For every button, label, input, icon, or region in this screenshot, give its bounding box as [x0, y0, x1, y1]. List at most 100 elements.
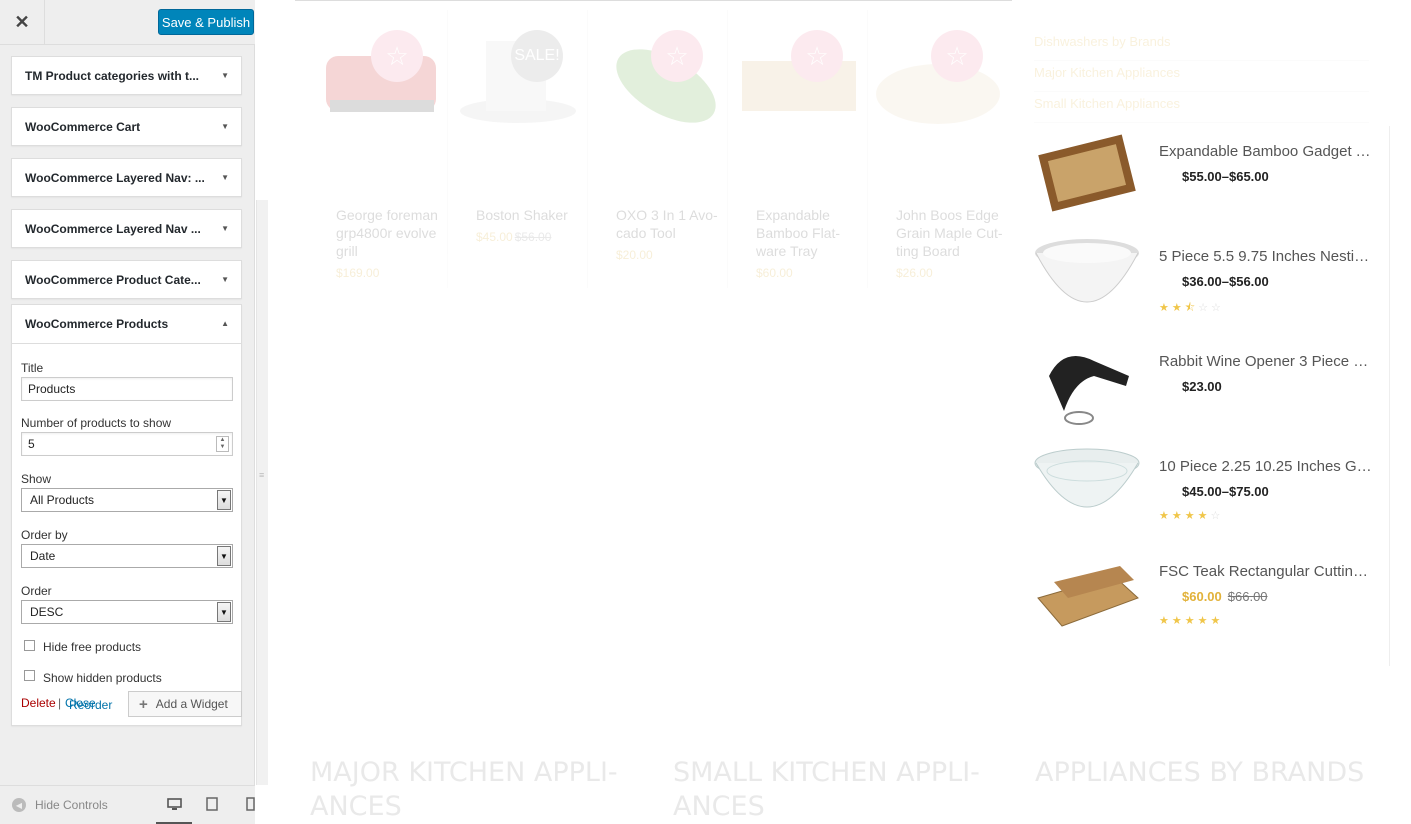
- category-heading[interactable]: SMALL KITCHEN APPLI-ANCES: [673, 756, 993, 824]
- product-image-teak-board: [1034, 546, 1140, 638]
- product-price: $55.00–$65.00: [1182, 169, 1269, 184]
- widget-title[interactable]: WooCommerce Products: [12, 305, 241, 344]
- hide-free-checkbox[interactable]: [24, 640, 35, 651]
- plus-icon: +: [139, 695, 148, 713]
- carousel-product[interactable]: ☆ John Boos Edge Grain Maple Cut-ting Bo…: [868, 10, 1008, 288]
- chevron-down-icon[interactable]: ▼: [221, 173, 229, 182]
- product-price: $169.00: [336, 266, 380, 280]
- widget-title: WooCommerce Layered Nav: ...: [25, 170, 205, 185]
- reorder-link[interactable]: Reorder: [69, 698, 112, 712]
- rating-stars: ★★★★☆: [1159, 510, 1224, 522]
- product-price: $60.00 $66.00: [1182, 589, 1268, 604]
- orderby-select[interactable]: Date ▼: [21, 544, 233, 568]
- product-name[interactable]: Rabbit Wine Opener 3 Piece Set: [1159, 353, 1374, 370]
- number-value: 5: [28, 437, 35, 451]
- side-category-item[interactable]: Dishwashers by Brands: [1034, 30, 1369, 61]
- add-widget-label: Add a Widget: [155, 697, 228, 711]
- product-name[interactable]: John Boos Edge Grain Maple Cut-ting Boar…: [896, 206, 1006, 260]
- divider: [295, 0, 1012, 1]
- orderby-label: Order by: [21, 528, 68, 542]
- product-name[interactable]: George foreman grp4800r evolve grill: [336, 206, 446, 260]
- close-icon: ✕: [14, 12, 30, 32]
- show-value: All Products: [30, 493, 95, 507]
- sale-badge: SALE!: [511, 30, 563, 82]
- side-category-item[interactable]: Small Kitchen Appliances: [1034, 92, 1369, 123]
- product-price: $23.00: [1182, 379, 1222, 394]
- title-label: Title: [21, 361, 44, 375]
- widget-product-item[interactable]: FSC Teak Rectangular Cutting B... $60.00…: [1020, 546, 1380, 646]
- product-image-gadget-tray: [1034, 126, 1140, 218]
- star-badge-icon: ☆: [651, 30, 703, 82]
- separator: |: [58, 696, 62, 710]
- star-badge-icon: ☆: [791, 30, 843, 82]
- chevron-down-icon[interactable]: ▼: [221, 224, 229, 233]
- carousel-product[interactable]: ☆ George foreman grp4800r evolve grill $…: [308, 10, 448, 288]
- desktop-icon[interactable]: [166, 796, 182, 812]
- widget-product-item[interactable]: 5 Piece 5.5 9.75 Inches Nesting... $36.0…: [1020, 231, 1380, 331]
- order-select[interactable]: DESC ▼: [21, 600, 233, 624]
- spinner-icon[interactable]: ▲ ▼: [216, 436, 229, 452]
- chevron-up-icon[interactable]: ▲: [221, 319, 229, 328]
- product-name[interactable]: Expandable Bamboo Gadget Tr...: [1159, 143, 1374, 160]
- widget-woocommerce-products: WooCommerce Products ▲ Title Products Nu…: [11, 304, 242, 726]
- category-heading[interactable]: MAJOR KITCHEN APPLI-ANCES: [310, 756, 630, 824]
- number-label: Number of products to show: [21, 416, 172, 430]
- product-name[interactable]: FSC Teak Rectangular Cutting B...: [1159, 563, 1374, 580]
- show-label: Show: [21, 472, 52, 486]
- order-label: Order: [21, 584, 52, 598]
- tablet-icon[interactable]: [204, 796, 220, 812]
- show-select[interactable]: All Products ▼: [21, 488, 233, 512]
- widget-layered-nav[interactable]: WooCommerce Layered Nav: ... ▼: [11, 158, 242, 197]
- collapse-icon: ◀: [12, 798, 26, 812]
- product-name[interactable]: 10 Piece 2.25 10.25 Inches Gla...: [1159, 458, 1374, 475]
- sidebar-scrollbar[interactable]: ≡: [256, 200, 268, 785]
- rating-stars: ★★★★★: [1159, 615, 1224, 627]
- number-input[interactable]: 5 ▲ ▼: [21, 432, 233, 456]
- customizer-footer: ◀ Hide Controls: [0, 785, 255, 824]
- show-hidden-label[interactable]: Show hidden products: [43, 671, 162, 685]
- order-value: DESC: [30, 605, 64, 619]
- customizer-sidebar: ✕ Save & Publish TM Product categories w…: [0, 0, 255, 824]
- show-hidden-checkbox[interactable]: [24, 670, 35, 681]
- carousel-product[interactable]: SALE! Boston Shaker $45.00 $56.00: [448, 10, 588, 288]
- site-preview: ☆ George foreman grp4800r evolve grill $…: [268, 0, 1411, 824]
- close-customizer-button[interactable]: ✕: [0, 0, 45, 45]
- carousel-product[interactable]: ☆ OXO 3 In 1 Avo-cado Tool $20.00: [588, 10, 728, 288]
- product-name[interactable]: Boston Shaker: [476, 206, 586, 224]
- products-widget-preview: Expandable Bamboo Gadget Tr... $55.00–$6…: [1020, 126, 1390, 666]
- rating-stars: ★★⯪☆☆: [1159, 302, 1224, 314]
- widget-title: WooCommerce Product Cate...: [25, 272, 201, 287]
- widget-product-item[interactable]: Rabbit Wine Opener 3 Piece Set $23.00: [1020, 336, 1380, 436]
- title-input[interactable]: Products: [21, 377, 233, 401]
- product-price: $26.00: [896, 266, 933, 280]
- widget-title: WooCommerce Cart: [25, 119, 141, 134]
- dropdown-arrow-icon[interactable]: ▼: [217, 546, 231, 566]
- side-category-item[interactable]: Major Kitchen Appliances: [1034, 61, 1369, 92]
- carousel-product[interactable]: ☆ Expandable Bamboo Flat-ware Tray $60.0…: [728, 10, 868, 288]
- delete-link[interactable]: Delete: [21, 696, 56, 710]
- add-widget-button[interactable]: + Add a Widget: [128, 691, 242, 717]
- orderby-value: Date: [30, 549, 56, 563]
- save-publish-button[interactable]: Save & Publish: [158, 9, 254, 35]
- chevron-down-icon[interactable]: ▼: [221, 71, 229, 80]
- widget-product-categories[interactable]: WooCommerce Product Cate... ▼: [11, 260, 242, 299]
- category-heading[interactable]: APPLIANCES BY BRANDS: [1035, 756, 1375, 790]
- product-name[interactable]: 5 Piece 5.5 9.75 Inches Nesting...: [1159, 248, 1374, 265]
- star-badge-icon: ☆: [371, 30, 423, 82]
- mobile-icon[interactable]: [242, 796, 258, 812]
- hide-controls-button[interactable]: ◀ Hide Controls: [12, 798, 108, 812]
- widget-layered-nav-filters[interactable]: WooCommerce Layered Nav ... ▼: [11, 209, 242, 248]
- chevron-down-icon[interactable]: ▼: [221, 122, 229, 131]
- widget-product-item[interactable]: Expandable Bamboo Gadget Tr... $55.00–$6…: [1020, 126, 1380, 226]
- widget-woocommerce-cart[interactable]: WooCommerce Cart ▼: [11, 107, 242, 146]
- customizer-header: ✕ Save & Publish: [0, 0, 255, 45]
- hide-free-label[interactable]: Hide free products: [43, 640, 141, 654]
- widget-tm-product-categories[interactable]: TM Product categories with t... ▼: [11, 56, 242, 95]
- chevron-down-icon[interactable]: ▼: [221, 275, 229, 284]
- dropdown-arrow-icon[interactable]: ▼: [217, 602, 231, 622]
- product-name[interactable]: OXO 3 In 1 Avo-cado Tool: [616, 206, 726, 242]
- widget-product-item[interactable]: 10 Piece 2.25 10.25 Inches Gla... $45.00…: [1020, 441, 1380, 541]
- product-name[interactable]: Expandable Bamboo Flat-ware Tray: [756, 206, 866, 260]
- scroll-grip-icon[interactable]: ≡: [259, 470, 265, 484]
- dropdown-arrow-icon[interactable]: ▼: [217, 490, 231, 510]
